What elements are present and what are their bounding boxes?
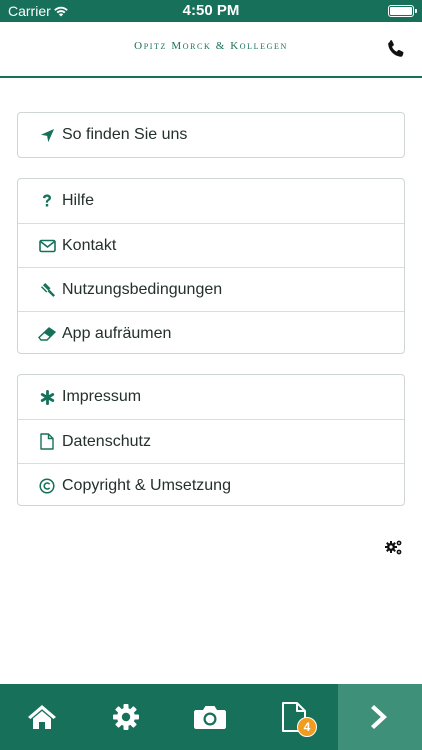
menu-item-imprint[interactable]: Impressum [18,375,404,419]
tab-bar: 4 [0,684,422,750]
tab-home[interactable] [0,684,84,750]
gavel-icon [36,279,58,301]
menu-item-label: Nutzungsbedingungen [62,280,223,298]
menu-item-label: Hilfe [62,192,95,209]
menu-item-label: Impressum [62,388,142,405]
menu-item-help[interactable]: Hilfe [18,179,404,223]
clock: 4:50 PM [182,2,240,19]
menu-item-directions[interactable]: So finden Sie uns [18,113,404,157]
menu-item-contact[interactable]: Kontakt [18,223,404,267]
menu-item-label: Kontakt [62,236,117,254]
asterisk-icon [36,386,58,408]
chevron-right-icon [371,705,387,729]
menu-item-privacy[interactable]: Datenschutz [18,419,404,463]
menu-group-location: So finden Sie uns [17,112,405,158]
app-header: Opitz Morck & Kollegen [0,22,422,78]
menu-item-copyright[interactable]: Copyright & Umsetzung [18,463,404,505]
tab-camera[interactable] [168,684,252,750]
status-bar: Carrier 4:50 PM [0,0,422,22]
documents-count-badge: 4 [297,717,317,737]
tab-documents[interactable]: 4 [252,684,336,750]
menu-item-terms[interactable]: Nutzungsbedingungen [18,267,404,311]
menu-item-label: App aufräumen [62,324,172,342]
menu-group-help: Hilfe Kontakt Nutzungsbedingungen App au… [17,178,405,354]
settings-gear-icon [113,704,139,730]
home-icon [28,705,56,729]
phone-icon[interactable] [384,37,408,61]
menu-item-label: So finden Sie uns [62,126,188,143]
menu-item-cleanup[interactable]: App aufräumen [18,311,404,353]
tab-settings[interactable] [84,684,168,750]
envelope-icon [36,235,58,257]
menu-item-label: Copyright & Umsetzung [62,476,231,494]
copyright-icon [36,475,58,497]
battery-icon [388,5,417,17]
document-icon [36,431,58,453]
tab-next[interactable] [338,684,422,750]
location-arrow-icon [36,124,58,146]
camera-icon [194,706,226,729]
eraser-icon [36,323,58,345]
menu-group-legal: Impressum Datenschutz Copyright & Umsetz… [17,374,405,506]
menu-item-label: Datenschutz [62,432,151,450]
question-icon [36,190,58,212]
gears-icon[interactable] [384,539,404,557]
brand-logo-text: Opitz Morck & Kollegen [134,40,288,52]
